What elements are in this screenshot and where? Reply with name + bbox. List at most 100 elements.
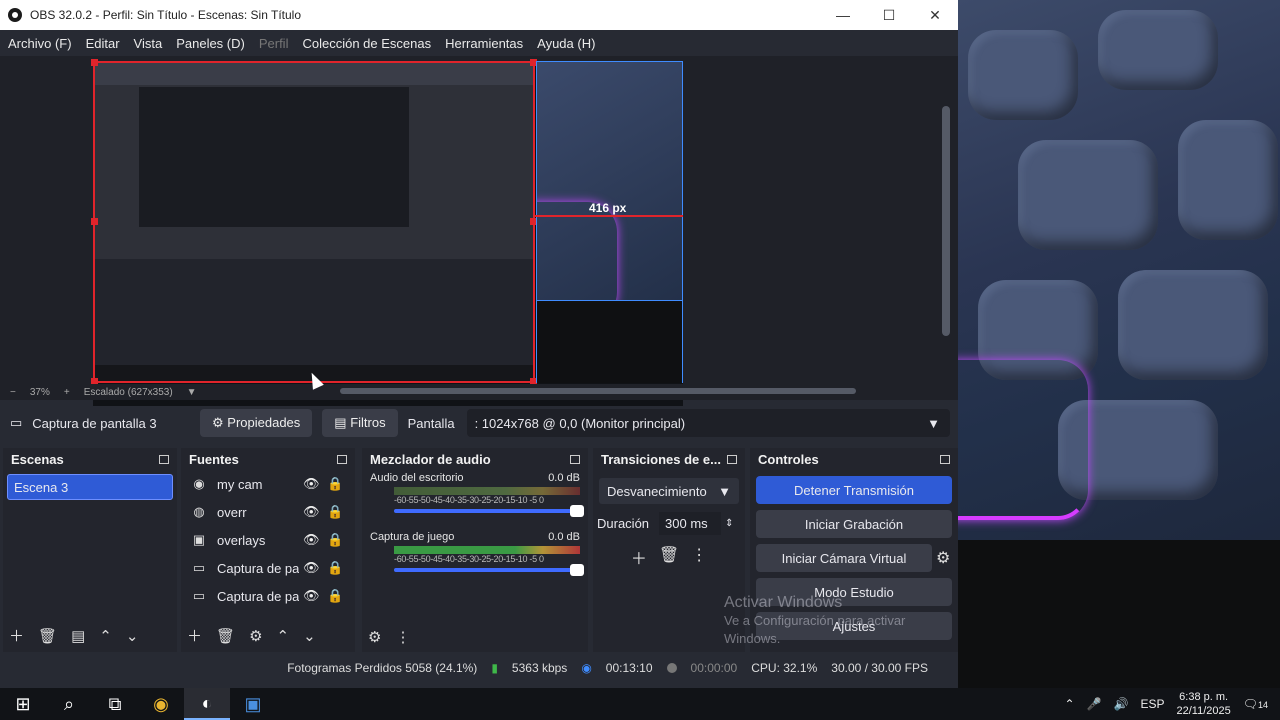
virtual-camera-button[interactable]: Iniciar Cámara Virtual: [756, 544, 932, 572]
display-select[interactable]: : 1024x768 @ 0,0 (Monitor principal) ▼: [466, 409, 950, 437]
lock-icon[interactable]: 🔒: [327, 588, 343, 604]
source-item[interactable]: ▭ Captura de pa 👁 🔒: [181, 582, 355, 610]
volume-meter: [394, 546, 580, 554]
gear-icon[interactable]: ⚙: [936, 548, 958, 568]
monitor-icon: ▭: [10, 415, 23, 430]
move-down-icon[interactable]: ⌄: [126, 627, 139, 645]
chevron-up-icon[interactable]: ⌃: [1065, 697, 1075, 711]
screen-capture-source[interactable]: [91, 59, 537, 385]
float-dock-icon[interactable]: [337, 454, 347, 464]
zoom-out-icon[interactable]: −: [10, 387, 16, 398]
more-icon[interactable]: ⋮: [691, 545, 707, 569]
filters-button[interactable]: ▤ Filtros: [322, 409, 398, 437]
menu-herramientas[interactable]: Herramientas: [445, 36, 523, 51]
webcam-source[interactable]: [536, 301, 683, 383]
microphone-icon[interactable]: 🎤: [1087, 697, 1102, 711]
speaker-icon[interactable]: 🔊: [1114, 697, 1129, 711]
distance-guide: [535, 215, 683, 217]
menu-archivo[interactable]: Archivo (F): [8, 36, 72, 51]
float-dock-icon[interactable]: [570, 454, 580, 464]
gear-icon[interactable]: ⚙: [249, 627, 262, 645]
menu-perfil[interactable]: Perfil: [259, 36, 289, 51]
eye-icon[interactable]: 👁: [303, 476, 321, 492]
move-down-icon[interactable]: ⌄: [303, 627, 316, 645]
menu-editar[interactable]: Editar: [86, 36, 120, 51]
monitor-icon: ▭: [192, 588, 206, 603]
advanced-audio-icon[interactable]: ⚙: [368, 628, 381, 646]
move-up-icon[interactable]: ⌃: [277, 627, 290, 645]
activation-watermark: Activar Windows Ve a Configuración para …: [724, 594, 944, 648]
task-view-icon[interactable]: ⧉: [92, 688, 138, 720]
move-up-icon[interactable]: ⌃: [99, 627, 112, 645]
volume-slider[interactable]: [394, 564, 584, 576]
float-dock-icon[interactable]: [159, 454, 169, 464]
lock-icon[interactable]: 🔒: [327, 532, 343, 548]
zoom-in-icon[interactable]: +: [64, 387, 70, 398]
record-icon: [666, 663, 677, 673]
eye-icon[interactable]: 👁: [303, 532, 321, 548]
sources-dock: Fuentes ◉ my cam 👁 🔒 ◍ overr 👁 🔒 ▣ overlays 👁 🔒 ▭…: [181, 448, 355, 652]
source-item[interactable]: ◍ overr 👁 🔒: [181, 498, 355, 526]
volume-slider[interactable]: [394, 505, 584, 517]
trash-icon[interactable]: 🗑: [38, 627, 57, 645]
source-name: Captura de pa: [217, 588, 299, 604]
source-item[interactable]: ▭ Captura de pa 👁 🔒: [181, 554, 355, 582]
spinner-icon[interactable]: ⇕: [725, 518, 733, 529]
add-icon[interactable]: ＋: [9, 625, 24, 646]
minimize-icon[interactable]: —: [820, 7, 866, 23]
chevron-down-icon: ▼: [718, 483, 731, 499]
start-recording-button[interactable]: Iniciar Grabación: [756, 510, 952, 538]
float-dock-icon[interactable]: [727, 454, 737, 464]
language-indicator[interactable]: ESP: [1140, 697, 1164, 711]
transition-select[interactable]: Desvanecimiento ▼: [599, 478, 739, 504]
lock-icon[interactable]: 🔒: [327, 504, 343, 520]
obs-window: OBS 32.0.2 - Perfil: Sin Título - Escena…: [0, 0, 958, 688]
preview-canvas[interactable]: 416 px: [91, 59, 683, 439]
eye-icon[interactable]: 👁: [303, 560, 321, 576]
trash-icon[interactable]: 🗑: [216, 627, 235, 645]
menu-paneles[interactable]: Paneles (D): [176, 36, 245, 51]
chevron-down-icon[interactable]: ▼: [187, 387, 197, 398]
menu-coleccion[interactable]: Colección de Escenas: [302, 36, 431, 51]
source-item[interactable]: ◉ my cam 👁 🔒: [181, 470, 355, 498]
trash-icon[interactable]: 🗑: [659, 545, 679, 569]
windows-start-icon[interactable]: ⊞: [0, 688, 46, 720]
close-icon[interactable]: ✕: [912, 7, 958, 24]
scene-item[interactable]: Escena 3: [7, 474, 173, 500]
obs-taskbar-icon[interactable]: ◐: [184, 688, 230, 720]
menu-ayuda[interactable]: Ayuda (H): [537, 36, 595, 51]
clock[interactable]: 6:38 p. m. 22/11/2025: [1177, 690, 1231, 718]
lock-icon[interactable]: 🔒: [327, 560, 343, 576]
preview-area[interactable]: 416 px: [0, 56, 958, 439]
lock-icon[interactable]: 🔒: [327, 476, 343, 492]
window-title: OBS 32.0.2 - Perfil: Sin Título - Escena…: [30, 8, 302, 22]
filter-icon[interactable]: ▤: [71, 627, 85, 645]
horizontal-scrollbar[interactable]: [340, 388, 856, 394]
maximize-icon[interactable]: ☐: [866, 7, 912, 24]
resize-handle[interactable]: [91, 59, 98, 66]
more-icon[interactable]: ⋮: [395, 628, 410, 646]
vertical-scrollbar[interactable]: [942, 106, 950, 336]
notifications-icon[interactable]: 🗨14: [1243, 697, 1268, 711]
float-dock-icon[interactable]: [940, 454, 950, 464]
properties-button[interactable]: ⚙ Propiedades: [200, 409, 313, 437]
stone-shape: [1178, 120, 1278, 240]
stone-overlay-source[interactable]: [536, 61, 683, 301]
source-item[interactable]: ▣ overlays 👁 🔒: [181, 526, 355, 554]
eye-icon[interactable]: 👁: [303, 504, 321, 520]
channel-db: 0.0 dB: [548, 531, 580, 543]
add-icon[interactable]: ＋: [631, 545, 647, 569]
selected-source: ▭ Captura de pantalla 3: [0, 415, 200, 431]
stop-stream-button[interactable]: Detener Transmisión: [756, 476, 952, 504]
add-icon[interactable]: ＋: [187, 625, 202, 646]
eye-icon[interactable]: 👁: [303, 588, 321, 604]
app-taskbar-icon[interactable]: ▣: [230, 688, 276, 720]
resize-handle[interactable]: [91, 218, 98, 225]
search-icon[interactable]: ⌕: [46, 688, 92, 720]
scenes-toolbar: ＋ 🗑 ▤ ⌃ ⌄: [9, 625, 138, 646]
chrome-icon[interactable]: ◉: [138, 688, 184, 720]
menu-vista[interactable]: Vista: [134, 36, 163, 51]
source-name: overlays: [217, 532, 266, 548]
properties-label: Propiedades: [227, 415, 301, 430]
duration-input[interactable]: 300 ms: [659, 512, 722, 535]
